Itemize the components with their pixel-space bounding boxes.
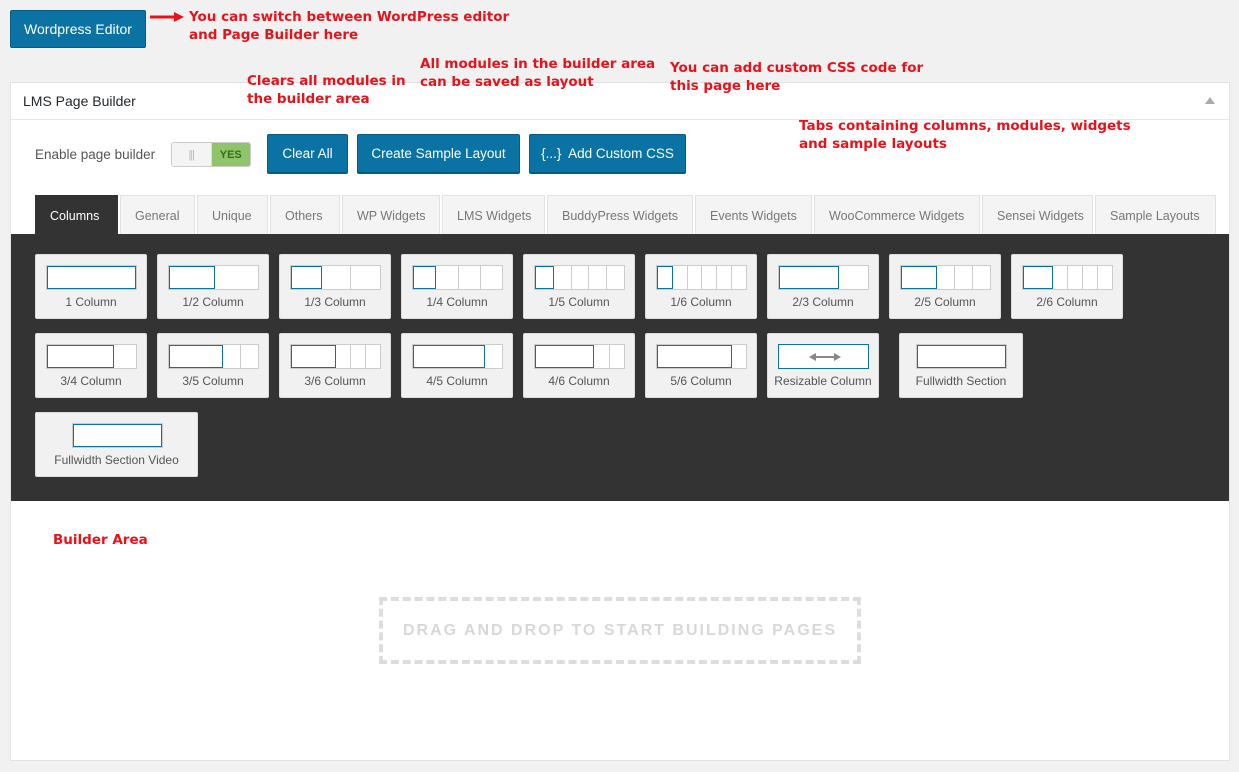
enable-page-builder-label: Enable page builder	[35, 147, 156, 162]
column-label: 3/5 Column	[182, 374, 244, 388]
annotation-line: can be saved as layout	[420, 74, 594, 90]
column-layout-icon	[290, 265, 381, 290]
column-4-5-module[interactable]: 4/5 Column	[401, 333, 513, 398]
column-layout-icon	[778, 344, 869, 369]
create-sample-layout-button[interactable]: Create Sample Layout	[357, 134, 520, 173]
module-tabs: Columns General Unique Others WP Widgets…	[35, 195, 1218, 235]
annotation-line: and Page Builder here	[189, 27, 359, 43]
column-label: Resizable Column	[774, 374, 872, 388]
annotation-line: All modules in the builder area	[420, 56, 656, 72]
column-label: 2/5 Column	[914, 295, 976, 309]
column-layout-icon	[916, 344, 1007, 369]
tab-events-widgets[interactable]: Events Widgets	[695, 195, 812, 235]
column-1-3-module[interactable]: 1/3 Column	[279, 254, 391, 319]
fullwidth-section-module[interactable]: Fullwidth Section	[899, 333, 1023, 398]
tab-wp-widgets[interactable]: WP Widgets	[342, 195, 440, 235]
resizable-column-module[interactable]: Resizable Column	[767, 333, 879, 398]
column-label: 2/3 Column	[792, 295, 854, 309]
column-layout-icon	[778, 265, 869, 290]
column-label: 1/3 Column	[304, 295, 366, 309]
annotation-line: You can add custom CSS code for	[670, 60, 924, 76]
toggle-knob[interactable]: |||	[172, 143, 212, 166]
column-2-6-module[interactable]: 2/6 Column	[1011, 254, 1123, 319]
column-5-6-module[interactable]: 5/6 Column	[645, 333, 757, 398]
column-1-5-module[interactable]: 1/5 Column	[523, 254, 635, 319]
annotation-builder-area: Builder Area	[53, 532, 148, 548]
column-3-6-module[interactable]: 3/6 Column	[279, 333, 391, 398]
annotation-line: the builder area	[247, 91, 370, 107]
column-label: 2/6 Column	[1036, 295, 1098, 309]
column-layout-icon	[46, 265, 137, 290]
panel-title: LMS Page Builder	[23, 93, 136, 109]
column-3-4-module[interactable]: 3/4 Column	[35, 333, 147, 398]
tab-sensei-widgets[interactable]: Sensei Widgets	[982, 195, 1093, 235]
annotation-line: Clears all modules in	[247, 73, 406, 89]
column-2-3-module[interactable]: 2/3 Column	[767, 254, 879, 319]
annotation-arrow-right-icon	[150, 12, 184, 22]
column-label: 1/6 Column	[670, 295, 732, 309]
column-label: 1/4 Column	[426, 295, 488, 309]
column-1-1-module[interactable]: 1 Column	[35, 254, 147, 319]
column-label: 4/5 Column	[426, 374, 488, 388]
annotation-line: You can switch between WordPress editor	[189, 9, 510, 25]
drop-zone-text: DRAG AND DROP TO START BUILDING PAGES	[402, 621, 837, 639]
wordpress-editor-button[interactable]: Wordpress Editor	[10, 10, 146, 48]
column-2-5-module[interactable]: 2/5 Column	[889, 254, 1001, 319]
column-3-5-module[interactable]: 3/5 Column	[157, 333, 269, 398]
column-label: 5/6 Column	[670, 374, 732, 388]
tab-general[interactable]: General	[120, 195, 195, 235]
column-layout-icon	[412, 265, 503, 290]
clear-all-button[interactable]: Clear All	[267, 134, 348, 173]
tab-sample-layouts[interactable]: Sample Layouts	[1095, 195, 1216, 235]
columns-module-area: 1 Column 1/2 Column 1/3 Column 1/4 Colum…	[11, 234, 1229, 501]
annotation-line: and sample layouts	[799, 136, 947, 152]
column-label: 3/4 Column	[60, 374, 122, 388]
tab-unique[interactable]: Unique	[197, 195, 268, 235]
column-label: 3/6 Column	[304, 374, 366, 388]
column-layout-icon	[534, 265, 625, 290]
column-layout-icon	[656, 344, 747, 369]
column-layout-icon	[900, 265, 991, 290]
column-4-6-module[interactable]: 4/6 Column	[523, 333, 635, 398]
resize-arrows-icon	[809, 353, 841, 361]
toggle-yes-label: YES	[211, 143, 250, 166]
column-layout-icon	[1022, 265, 1113, 290]
tab-lms-widgets[interactable]: LMS Widgets	[442, 195, 545, 235]
annotation-line: Tabs containing columns, modules, widget…	[799, 118, 1131, 134]
column-layout-icon	[72, 423, 163, 448]
column-label: 1/2 Column	[182, 295, 244, 309]
fullwidth-section-video-module[interactable]: Fullwidth Section Video	[35, 412, 198, 477]
column-layout-icon	[168, 344, 259, 369]
page-builder-panel: LMS Page Builder Enable page builder |||…	[10, 82, 1230, 761]
builder-drop-zone[interactable]: DRAG AND DROP TO START BUILDING PAGES	[379, 597, 861, 664]
annotation-sample-layout: All modules in the builder area can be s…	[420, 55, 655, 91]
add-custom-css-button[interactable]: {...} Add Custom CSS	[529, 134, 686, 173]
column-layout-icon	[168, 265, 259, 290]
column-layout-icon	[656, 265, 747, 290]
column-layout-icon	[412, 344, 503, 369]
annotation-line: this page here	[670, 78, 781, 94]
column-1-2-module[interactable]: 1/2 Column	[157, 254, 269, 319]
column-label: Fullwidth Section	[915, 374, 1007, 388]
column-layout-icon	[46, 344, 137, 369]
column-1-4-module[interactable]: 1/4 Column	[401, 254, 513, 319]
column-label: 1/5 Column	[548, 295, 610, 309]
tab-woocommerce-widgets[interactable]: WooCommerce Widgets	[814, 195, 980, 235]
column-label: 1 Column	[65, 295, 117, 309]
collapse-arrow-icon[interactable]	[1205, 97, 1215, 104]
column-label: Fullwidth Section Video	[54, 453, 179, 467]
tab-others[interactable]: Others	[270, 195, 340, 235]
annotation-switch-editor: You can switch between WordPress editor …	[189, 8, 509, 44]
enable-page-builder-toggle[interactable]: ||| YES	[171, 142, 251, 167]
tab-buddypress-widgets[interactable]: BuddyPress Widgets	[547, 195, 693, 235]
column-layout-icon	[534, 344, 625, 369]
column-layout-icon	[290, 344, 381, 369]
annotation-tabs: Tabs containing columns, modules, widget…	[799, 117, 1131, 153]
column-1-6-module[interactable]: 1/6 Column	[645, 254, 757, 319]
tab-columns[interactable]: Columns	[35, 195, 118, 235]
annotation-clear-all: Clears all modules in the builder area	[247, 72, 406, 108]
column-label: 4/6 Column	[548, 374, 610, 388]
annotation-custom-css: You can add custom CSS code for this pag…	[670, 59, 923, 95]
